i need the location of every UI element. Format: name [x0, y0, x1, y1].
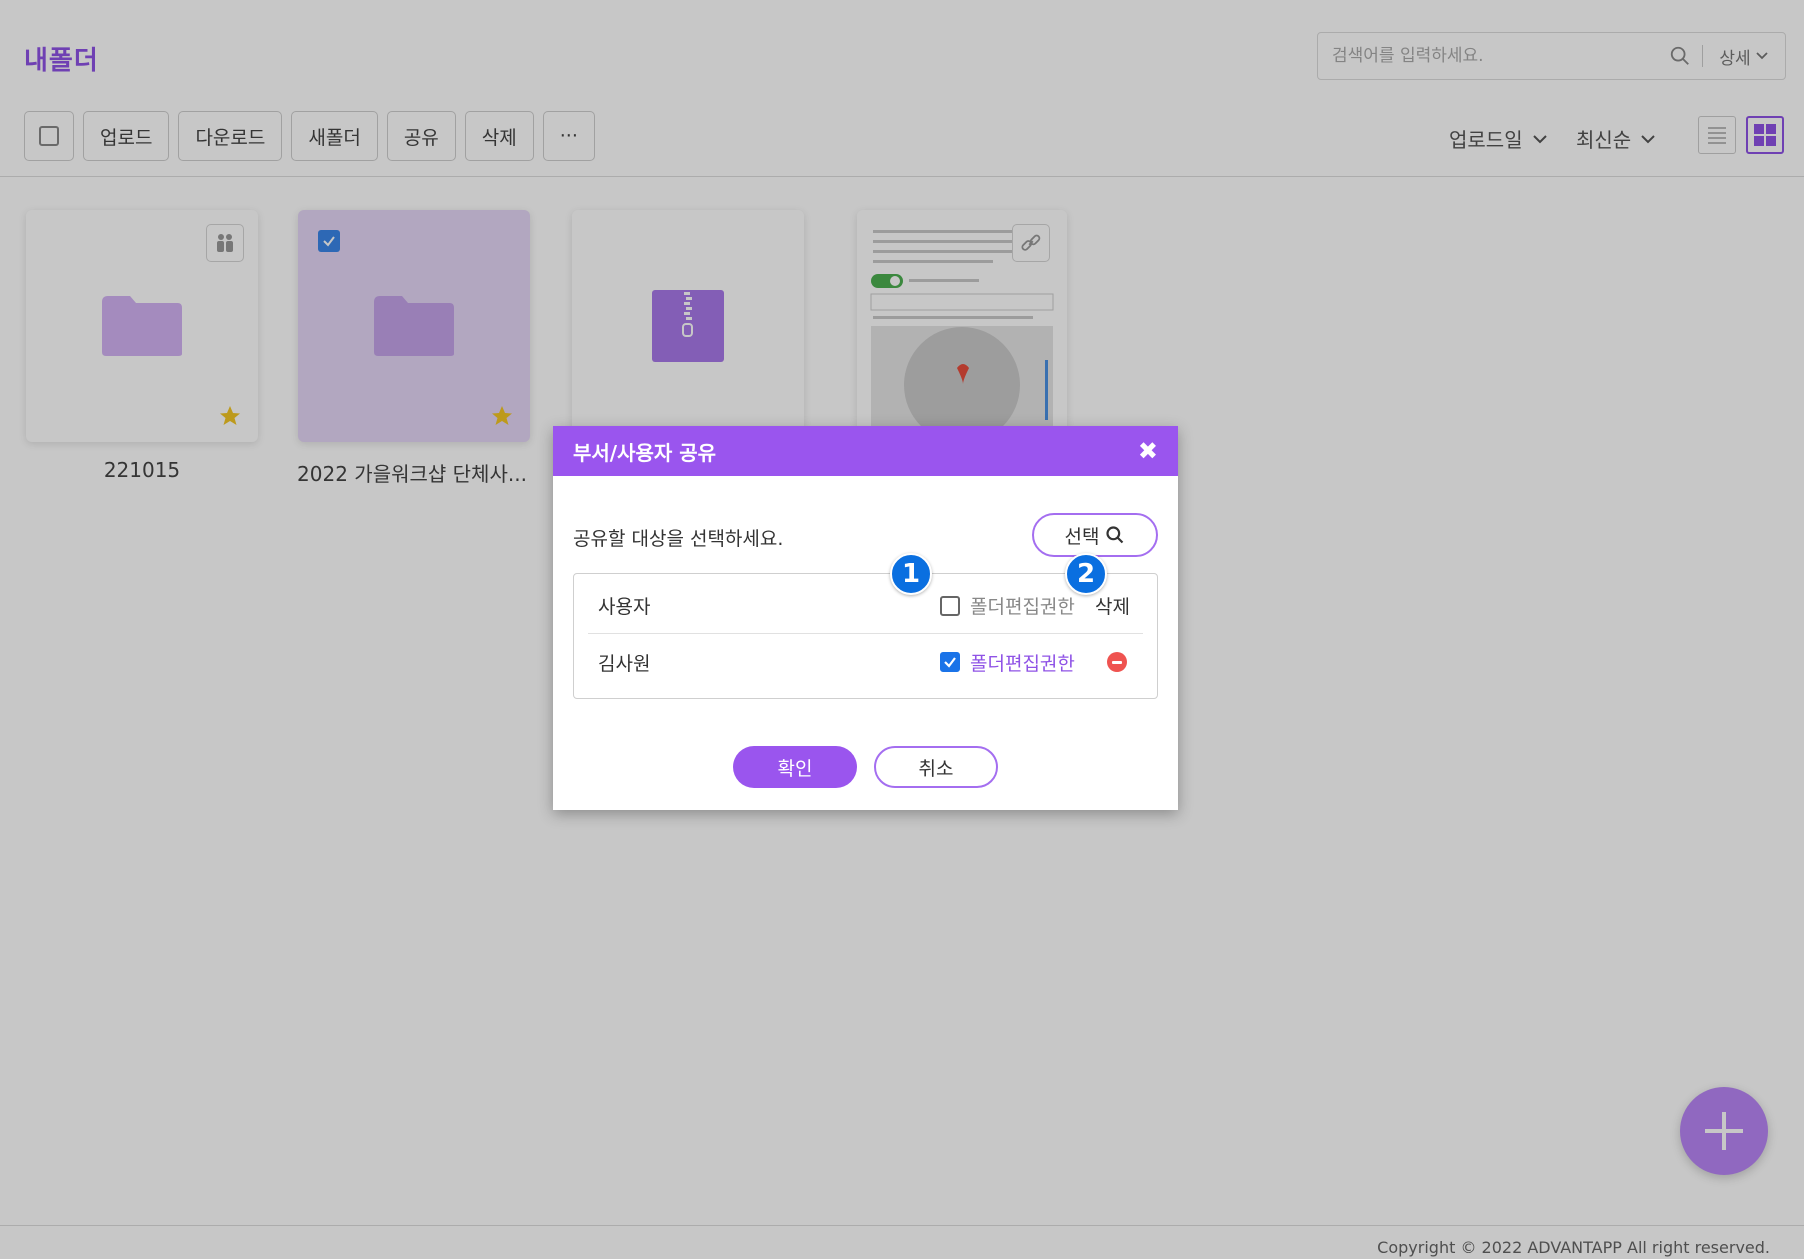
user-column-header: 사용자	[598, 596, 651, 618]
dialog-title: 부서/사용자 공유	[573, 440, 717, 465]
remove-user-icon[interactable]	[1107, 652, 1127, 672]
user-name: 김사원	[598, 652, 651, 675]
table-row: 김사원 폴더편집권한	[588, 634, 1143, 690]
search-icon	[1106, 526, 1124, 544]
perm-toggle[interactable]: 폴더편집권한	[940, 649, 1075, 676]
annotation-badge-1: 1	[890, 553, 932, 595]
perm-label: 폴더편집권한	[970, 652, 1075, 675]
annotation-badge-2: 2	[1065, 553, 1107, 595]
close-icon[interactable]: ✖	[1138, 439, 1158, 463]
table-header-row: 사용자 폴더편집권한 삭제	[588, 578, 1143, 634]
select-button-label: 선택	[1064, 525, 1100, 548]
share-dialog: 부서/사용자 공유 ✖ 공유할 대상을 선택하세요. 선택 사용자 폴더편집권한…	[553, 426, 1178, 810]
share-target-table: 사용자 폴더편집권한 삭제 김사원 폴더편집권한	[573, 573, 1158, 699]
perm-checkbox[interactable]	[940, 652, 960, 672]
dialog-header: 부서/사용자 공유 ✖	[553, 426, 1178, 476]
delete-column-header: 삭제	[1095, 596, 1130, 618]
perm-column-header: 폴더편집권한	[970, 596, 1075, 618]
perm-all-checkbox[interactable]	[940, 595, 960, 616]
confirm-button[interactable]: 확인	[733, 746, 857, 788]
dialog-prompt: 공유할 대상을 선택하세요.	[573, 528, 784, 550]
perm-all-toggle[interactable]: 폴더편집권한	[940, 592, 1075, 619]
select-target-button[interactable]: 선택	[1032, 513, 1158, 557]
cancel-button[interactable]: 취소	[874, 746, 998, 788]
